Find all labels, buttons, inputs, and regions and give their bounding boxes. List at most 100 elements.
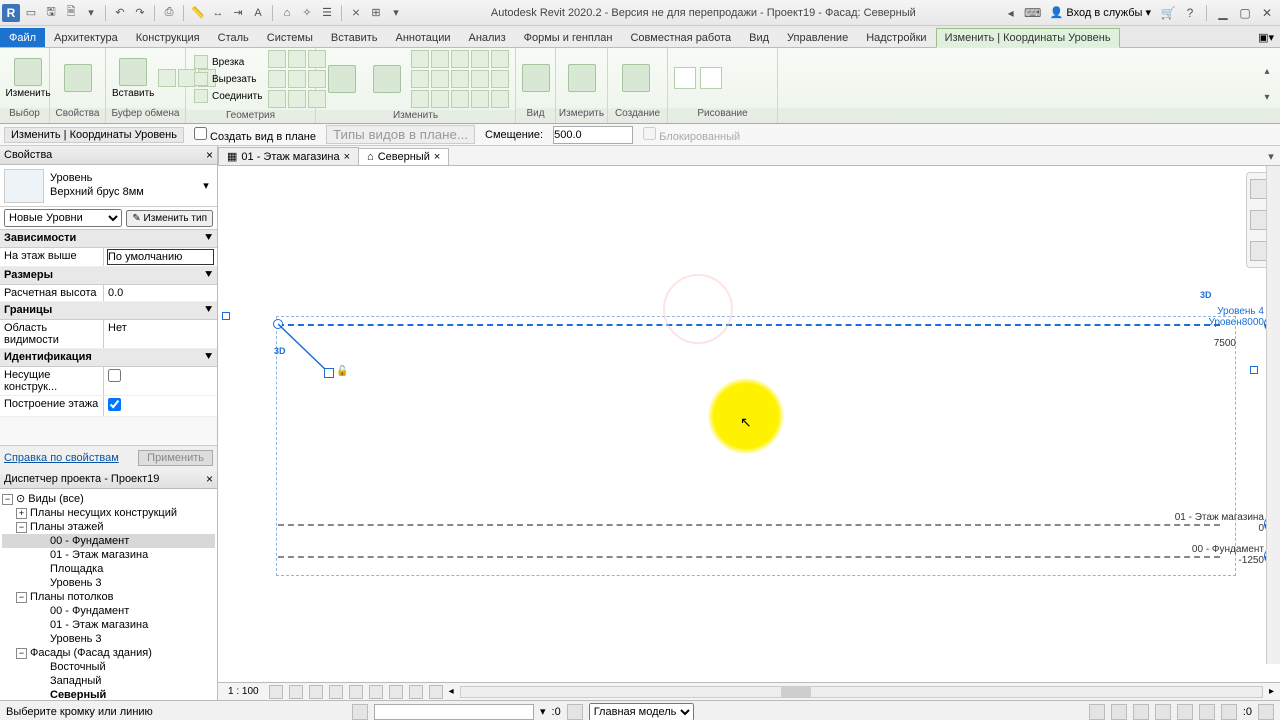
move-button[interactable] — [322, 51, 363, 107]
qat-align-icon[interactable]: ↔ — [209, 4, 227, 22]
geom-tool-icon[interactable] — [288, 70, 306, 88]
create-view-checkbox[interactable]: Создать вид в плане — [194, 127, 316, 143]
view-tab-elevation[interactable]: ⌂ Северный × — [358, 148, 449, 165]
prop-story-checkbox[interactable] — [108, 398, 121, 411]
level-line-selected[interactable] — [278, 324, 1220, 326]
crop-region-icon[interactable] — [369, 685, 383, 699]
tab-annotate[interactable]: Аннотации — [387, 28, 460, 47]
status-search-input[interactable] — [374, 704, 534, 720]
tab-systems[interactable]: Системы — [258, 28, 322, 47]
modify-tool-icon[interactable] — [431, 90, 449, 108]
tree-cp-2[interactable]: Уровень 3 — [2, 632, 215, 646]
qat-print-icon[interactable]: ⎙ — [160, 4, 178, 22]
modify-tool-icon[interactable] — [411, 50, 429, 68]
tree-el-2[interactable]: Северный — [2, 688, 215, 700]
tag-3d[interactable]: 3D — [274, 346, 286, 356]
filter-icon[interactable] — [567, 704, 583, 720]
geom-tool-icon[interactable] — [288, 90, 306, 108]
sb-icon[interactable] — [1111, 704, 1127, 720]
view-panel-button[interactable] — [522, 50, 550, 106]
qat-saveas-icon[interactable]: 🗎 — [62, 4, 80, 22]
paste-button[interactable]: Вставить — [112, 50, 154, 106]
qat-tag-icon[interactable]: A — [249, 4, 267, 22]
instance-selector[interactable]: Новые Уровни — [4, 209, 122, 227]
properties-help-link[interactable]: Справка по свойствам — [4, 452, 119, 464]
ribbon-expand-icon[interactable]: ▾ — [1258, 88, 1276, 106]
level-label-4[interactable]: Уровень 4 Уровен8000 — [1208, 306, 1264, 328]
sb-icon[interactable] — [1221, 704, 1237, 720]
tree-fp-0[interactable]: 00 - Фундамент — [2, 534, 215, 548]
rotate-button[interactable] — [367, 51, 408, 107]
create-button[interactable] — [614, 50, 658, 106]
tab-close-icon[interactable]: × — [434, 151, 440, 163]
sb-icon[interactable] — [1177, 704, 1193, 720]
properties-close-icon[interactable]: × — [206, 148, 213, 162]
apply-button[interactable]: Применить — [138, 450, 213, 466]
tab-structure[interactable]: Конструкция — [127, 28, 209, 47]
plan-types-button[interactable]: Типы видов в плане... — [326, 125, 475, 144]
tree-floor-plans[interactable]: −Планы этажей — [2, 520, 215, 534]
sb-icon[interactable] — [1199, 704, 1215, 720]
tag-3d[interactable]: 3D — [1200, 290, 1212, 300]
draw-line-icon[interactable] — [674, 67, 696, 89]
tab-addins[interactable]: Надстройки — [857, 28, 935, 47]
qat-section-icon[interactable]: ✧ — [298, 4, 316, 22]
visual-style-icon[interactable] — [289, 685, 303, 699]
tab-collaborate[interactable]: Совместная работа — [621, 28, 740, 47]
workset-selector[interactable]: Главная модель — [589, 703, 694, 720]
crop-view-icon[interactable] — [349, 685, 363, 699]
modify-tool-icon[interactable] — [411, 70, 429, 88]
reveal-icon[interactable] — [429, 685, 443, 699]
drawing-canvas[interactable]: 🔓 3D 3D Уровень 4 Уровен8000 7500 ↖ 01 -… — [218, 166, 1280, 682]
modify-tool-icon[interactable] — [431, 70, 449, 88]
tab-steel[interactable]: Сталь — [209, 28, 258, 47]
cut-geom-button[interactable]: Вырезать — [192, 71, 264, 87]
qat-measure-icon[interactable]: 📏 — [189, 4, 207, 22]
modify-tool-icon[interactable] — [471, 70, 489, 88]
prop-story-above-input[interactable] — [107, 249, 214, 265]
tree-ceiling-plans[interactable]: −Планы потолков — [2, 590, 215, 604]
level-label-store[interactable]: 01 - Этаж магазина0 — [1175, 512, 1264, 534]
signin-button[interactable]: 👤 Вход в службы ▾ — [1046, 6, 1155, 19]
shadows-icon[interactable] — [329, 685, 343, 699]
close-button[interactable]: ✕ — [1258, 4, 1276, 22]
keyboard-icon[interactable]: ⌨ — [1024, 4, 1042, 22]
group-constraints[interactable]: Зависимости⯆ — [0, 230, 217, 248]
type-selector[interactable]: Уровень Верхний брус 8мм ▾ — [0, 165, 217, 207]
minimize-button[interactable]: ▁ — [1214, 4, 1232, 22]
sun-path-icon[interactable] — [309, 685, 323, 699]
filter-selection-icon[interactable] — [1258, 704, 1274, 720]
modify-tool-icon[interactable] — [471, 90, 489, 108]
tree-fp-2[interactable]: Площадка — [2, 562, 215, 576]
qat-open-icon[interactable]: ▭ — [22, 4, 40, 22]
modify-tool-icon[interactable] — [491, 90, 509, 108]
modify-tool-icon[interactable] — [411, 90, 429, 108]
modify-tool-icon[interactable] — [491, 70, 509, 88]
level-drag-handle[interactable] — [324, 368, 334, 378]
tab-file[interactable]: Файл — [0, 28, 45, 47]
properties-button[interactable] — [56, 50, 99, 106]
group-dimensions[interactable]: Размеры⯆ — [0, 267, 217, 285]
qat-thin-icon[interactable]: ☰ — [318, 4, 336, 22]
geom-tool-icon[interactable] — [268, 50, 286, 68]
vertical-scrollbar[interactable] — [1266, 166, 1280, 664]
tree-structural-plans[interactable]: +Планы несущих конструкций — [2, 506, 215, 520]
isolate-icon[interactable] — [409, 685, 423, 699]
group-extents[interactable]: Границы⯆ — [0, 302, 217, 320]
ribbon-scroll-up-icon[interactable]: ▴ — [1258, 62, 1276, 80]
level-line[interactable] — [278, 524, 1220, 526]
modify-tool-icon[interactable] — [451, 90, 469, 108]
prop-structural-checkbox[interactable] — [108, 369, 121, 382]
tab-manage[interactable]: Управление — [778, 28, 857, 47]
tab-insert[interactable]: Вставить — [322, 28, 387, 47]
qat-sync-icon[interactable]: ▾ — [82, 4, 100, 22]
help-icon[interactable]: ? — [1181, 4, 1199, 22]
modify-tool-icon[interactable] — [491, 50, 509, 68]
qat-switch-icon[interactable]: ⊞ — [367, 4, 385, 22]
ribbon-collapse-icon[interactable]: ▣▾ — [1252, 28, 1280, 47]
qat-3d-icon[interactable]: ⌂ — [278, 4, 296, 22]
crop-handle[interactable] — [1250, 366, 1258, 374]
lock-icon[interactable]: 🔓 — [336, 366, 348, 377]
browser-close-icon[interactable]: × — [206, 472, 213, 486]
tree-elevations[interactable]: −Фасады (Фасад здания) — [2, 646, 215, 660]
